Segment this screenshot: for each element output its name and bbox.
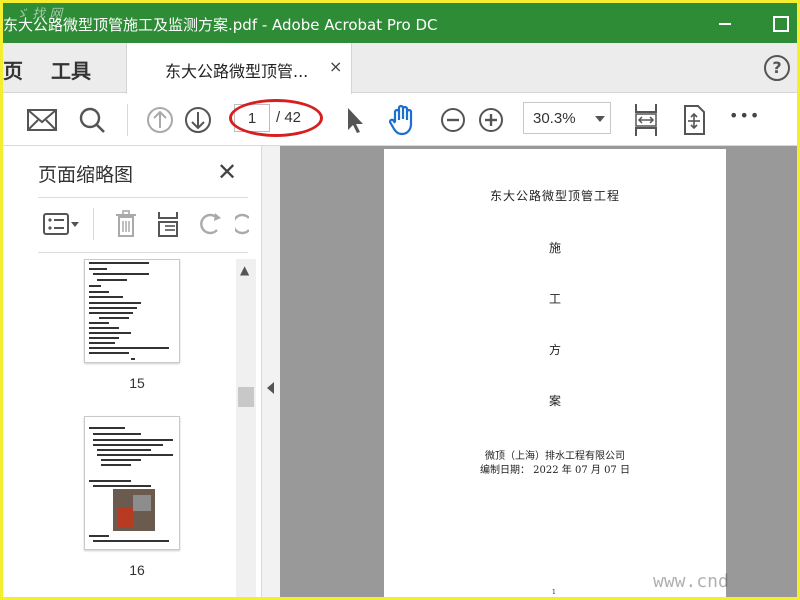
close-tab-icon[interactable]: ×: [329, 57, 342, 76]
thumbnail-scrollbar[interactable]: ▲: [236, 259, 256, 597]
tab-tools[interactable]: 工具: [51, 55, 91, 84]
tab-bar: 页 工具 东大公路微型顶管... × ?: [3, 43, 797, 94]
full-screen-icon[interactable]: [679, 102, 709, 138]
rotate-right-icon[interactable]: [235, 206, 249, 246]
panel-title: 页面缩略图: [38, 164, 134, 186]
options-menu-icon[interactable]: [41, 206, 81, 246]
email-icon[interactable]: [26, 102, 58, 138]
panel-divider: [38, 197, 248, 198]
document-heading-char: 施: [548, 241, 561, 255]
thumbnail-list: 15 16: [38, 259, 236, 597]
app-window: 东大公路微型顶管施工及监测方案.pdf - Adobe Acrobat Pro …: [3, 3, 797, 597]
document-page-number: 1: [552, 589, 556, 596]
zoom-out-icon[interactable]: [438, 102, 468, 138]
pdf-page: 东大公路微型顶管工程 施 工 方 案 微顶（上海）排水工程有限公司 编制日期： …: [384, 149, 726, 597]
tab-home[interactable]: 页: [3, 55, 23, 84]
rotate-left-icon[interactable]: [195, 206, 225, 246]
site-watermark: www.cnd: [653, 571, 729, 592]
thumbnail-label: 15: [129, 375, 145, 391]
scroll-up-icon[interactable]: ▲: [240, 263, 249, 277]
window-title: 东大公路微型顶管施工及监测方案.pdf - Adobe Acrobat Pro …: [3, 16, 438, 34]
more-options-icon[interactable]: •••: [729, 106, 760, 142]
fit-width-icon[interactable]: [631, 102, 661, 138]
previous-page-icon[interactable]: [145, 102, 175, 138]
watermark-logo: ゞ 找 网: [15, 7, 63, 22]
document-heading-char: 工: [548, 292, 561, 306]
delete-page-icon[interactable]: [111, 206, 141, 246]
panel-divider: [38, 252, 248, 253]
toolbar-separator: [127, 104, 128, 136]
title-bar: 东大公路微型顶管施工及监测方案.pdf - Adobe Acrobat Pro …: [3, 3, 797, 43]
collapse-arrow-icon: [267, 382, 274, 394]
document-date: 编制日期： 2022 年 07 月 07 日: [480, 465, 630, 476]
help-icon[interactable]: ?: [764, 55, 790, 81]
zoom-in-icon[interactable]: [476, 102, 506, 138]
page-thumbnail-16[interactable]: [84, 416, 180, 550]
hand-tool-icon[interactable]: [386, 102, 418, 138]
close-panel-icon[interactable]: ✕: [217, 158, 237, 186]
document-viewport[interactable]: 东大公路微型顶管工程 施 工 方 案 微顶（上海）排水工程有限公司 编制日期： …: [280, 146, 797, 597]
document-title: 东大公路微型顶管工程: [489, 189, 620, 203]
insert-page-icon[interactable]: [153, 206, 183, 246]
panel-tool-separator: [93, 208, 94, 240]
tab-document[interactable]: 东大公路微型顶管... ×: [126, 43, 352, 94]
thumbnail-label: 16: [129, 562, 145, 578]
panel-collapse-handle[interactable]: [262, 146, 280, 597]
minimize-button[interactable]: [717, 13, 737, 33]
chevron-down-icon: [595, 116, 605, 122]
maximize-button[interactable]: [771, 13, 791, 33]
zoom-value: 30.3%: [533, 110, 576, 127]
search-icon[interactable]: [77, 102, 107, 138]
page-thumbnails-panel: 页面缩略图 ✕ 15 16 ▲: [3, 146, 262, 597]
scrollbar-thumb[interactable]: [238, 387, 254, 407]
document-tab-label: 东大公路微型顶管...: [165, 62, 309, 81]
next-page-icon[interactable]: [183, 102, 213, 138]
thumbnail-photo: [113, 489, 155, 531]
toolbar: / 42 30.3% •••: [3, 94, 797, 146]
document-company: 微顶（上海）排水工程有限公司: [485, 451, 625, 462]
page-thumbnail-15[interactable]: [84, 259, 180, 363]
document-heading-char: 方: [548, 343, 561, 357]
annotation-circle: [229, 99, 323, 137]
select-cursor-icon[interactable]: [342, 102, 366, 138]
document-heading-char: 案: [548, 394, 561, 408]
zoom-dropdown[interactable]: 30.3%: [523, 102, 611, 134]
